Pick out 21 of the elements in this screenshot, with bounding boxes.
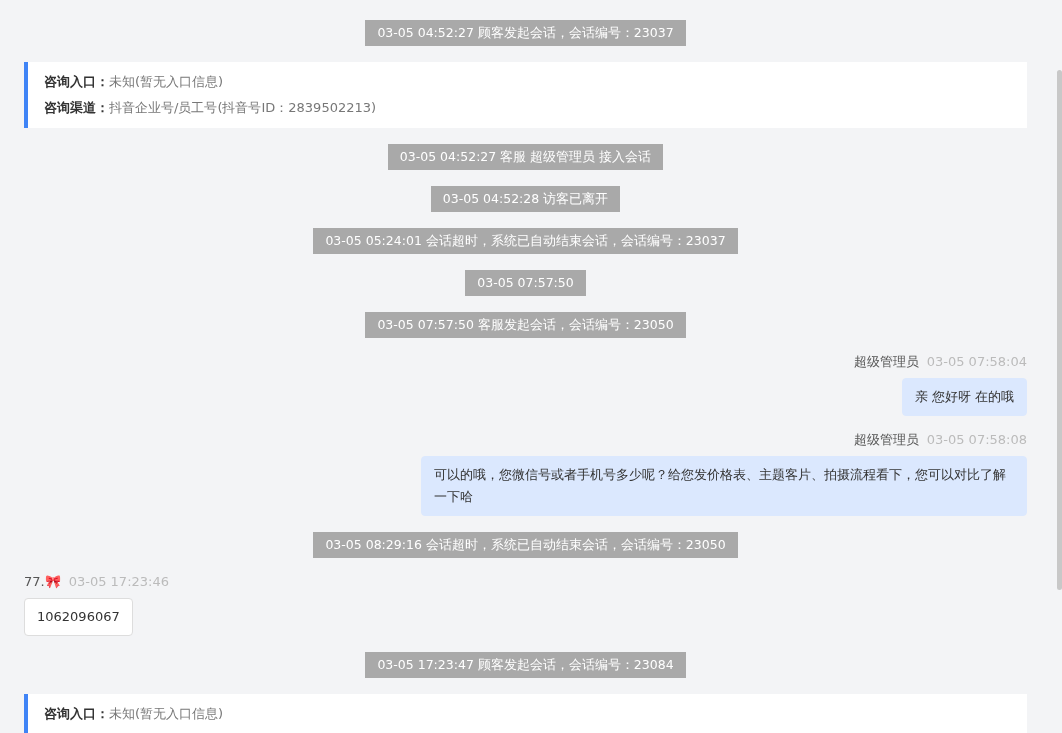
system-notice: 03-05 04:52:27 客服 超级管理员 接入会话 [387,144,664,170]
sender-name: 超级管理员 [853,354,919,370]
system-notice: 03-05 07:57:50 客服发起会话，会话编号：23050 [365,312,686,338]
system-notice: 03-05 04:52:27 顾客发起会话，会话编号：23037 [365,20,686,46]
system-notice: 03-05 17:23:47 顾客发起会话，会话编号：23084 [365,652,686,678]
sender-name: 超级管理员 [853,432,919,448]
info-line: 咨询入口：未知(暂无入口信息) [44,705,225,723]
info-line: 咨询渠道：抖音企业号/员工号(抖音号ID：2839502213) [44,99,378,117]
message-bubble: 亲 您好呀 在的哦 [901,378,1027,416]
message-time: 03-05 07:58:08 [926,432,1027,448]
message-time: 03-05 17:23:46 [68,574,169,590]
message-bubble: 可以的哦，您微信号或者手机号多少呢？给您发价格表、主题客片、拍摄流程看下，您可以对比了解一下哈 [421,456,1027,516]
info-line: 咨询入口：未知(暂无入口信息) [44,73,225,91]
message-bubble: 1062096067 [24,598,133,636]
scrollbar[interactable] [1057,70,1062,590]
system-notice: 03-05 05:24:01 会话超时，系统已自动结束会话，会话编号：23037 [313,228,738,254]
system-notice: 03-05 07:57:50 [465,270,586,296]
sender-name: 77.🎀 [24,574,61,590]
system-notice: 03-05 04:52:28 访客已离开 [430,186,621,212]
system-notice: 03-05 08:29:16 会话超时，系统已自动结束会话，会话编号：23050 [313,532,738,558]
message-time: 03-05 07:58:04 [926,354,1027,370]
